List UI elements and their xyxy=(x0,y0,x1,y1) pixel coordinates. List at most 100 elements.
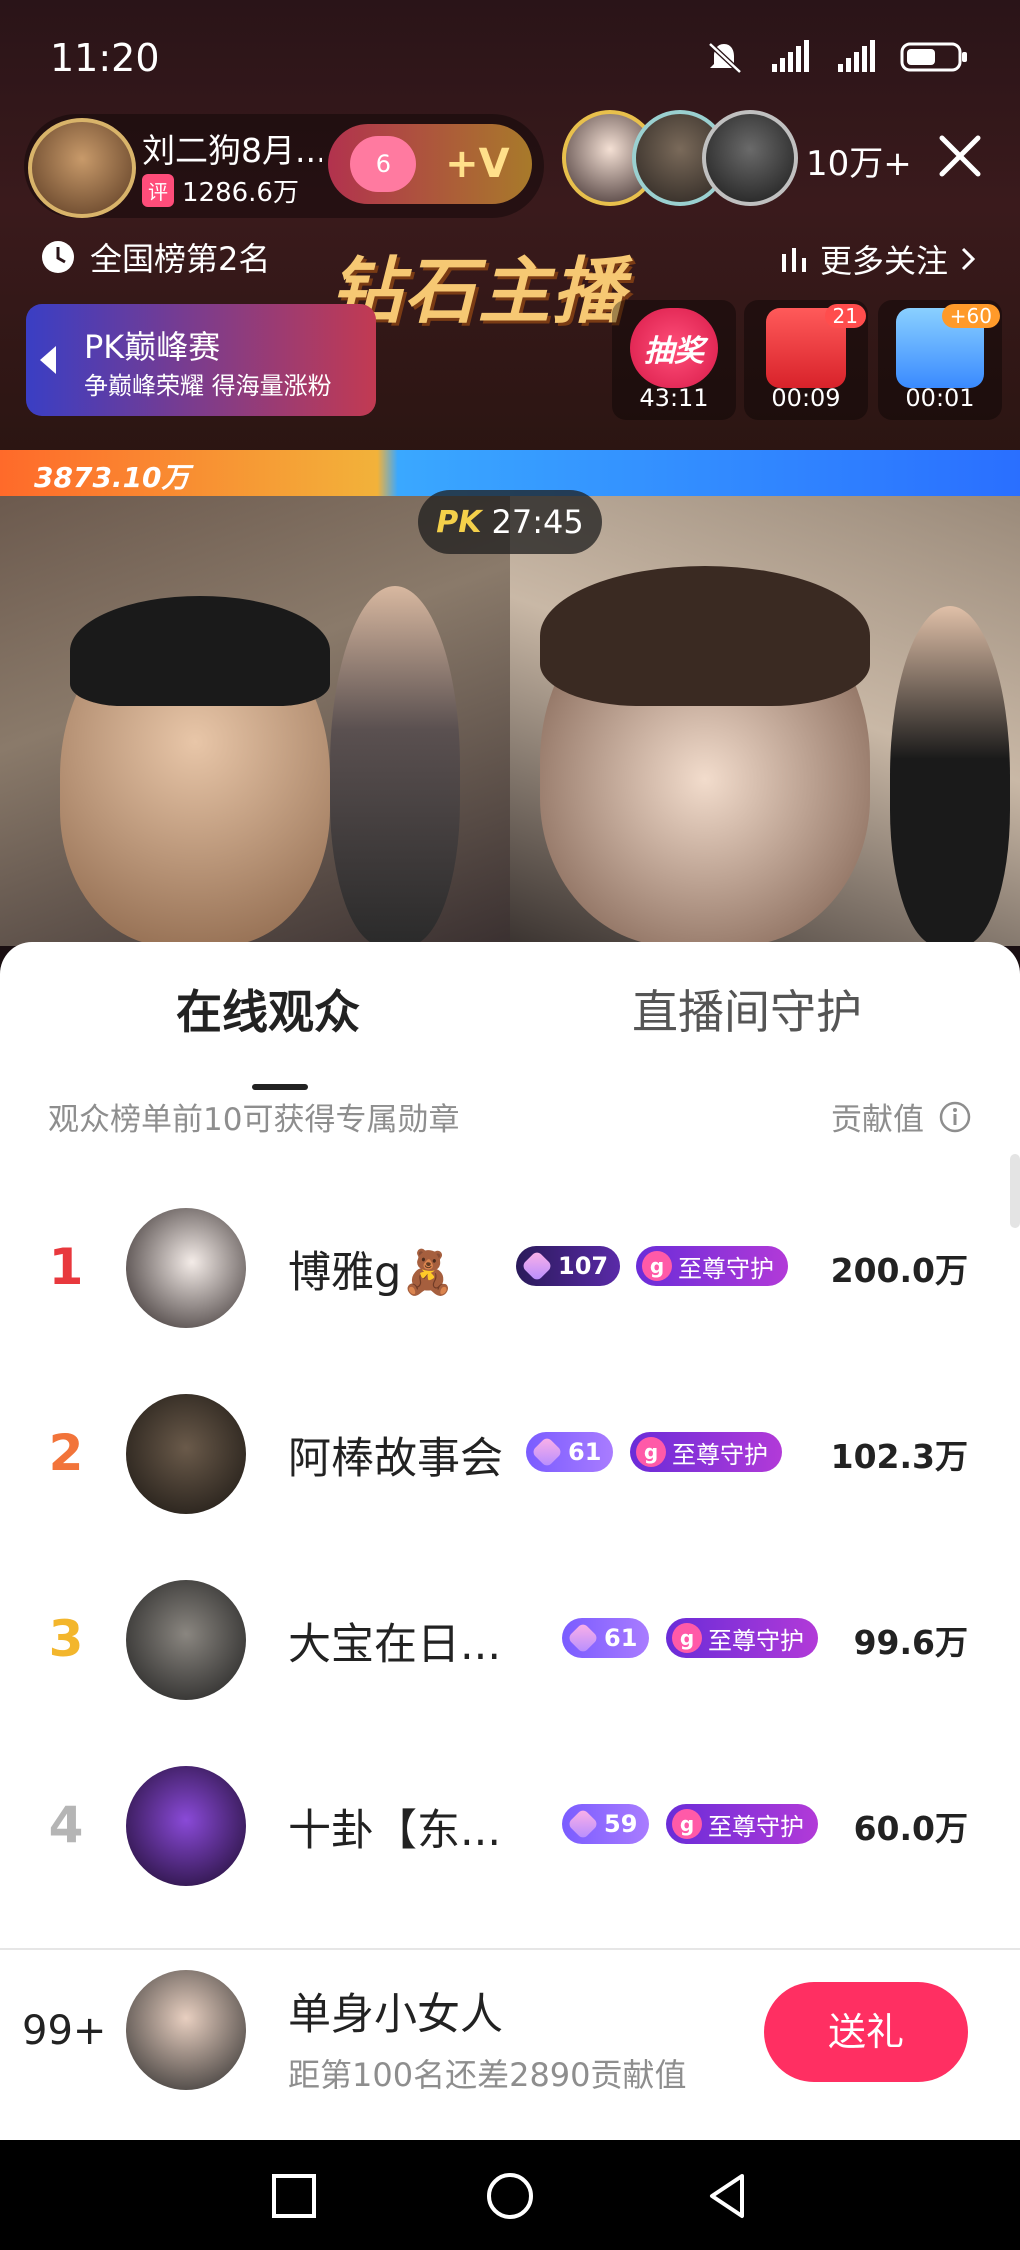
status-bar: 11:20 xyxy=(0,0,1020,115)
level-value: 59 xyxy=(604,1810,638,1838)
pk-card-subtitle: 争巅峰荣耀 得海量涨粉 xyxy=(84,372,332,400)
guard-label: 至尊守护 xyxy=(708,1812,804,1841)
username: 阿棒故事会 xyxy=(288,1434,503,1484)
pk-peak-card[interactable]: PK巅峰赛 争巅峰荣耀 得海量涨粉 xyxy=(26,304,376,416)
pk-timer: PK 27:45 xyxy=(418,490,602,554)
recent-apps-icon[interactable] xyxy=(268,2170,320,2222)
audience-row-3[interactable]: 3 大宝在日... 61 g 至尊守护 99.6万 xyxy=(0,1550,1020,1736)
level-badge: 107 xyxy=(516,1246,621,1286)
guard-label: 至尊守护 xyxy=(678,1254,774,1283)
level-badge: 59 xyxy=(562,1804,650,1844)
viewer-avatar[interactable] xyxy=(702,110,798,206)
status-icons xyxy=(702,40,970,74)
chevron-right-icon xyxy=(961,247,976,271)
lottery-time: 43:11 xyxy=(639,384,709,412)
status-time: 11:20 xyxy=(50,36,160,80)
audience-row-4[interactable]: 4 十卦【东... 59 g 至尊守护 60.0万 xyxy=(0,1736,1020,1922)
username: 大宝在日... xyxy=(288,1620,502,1670)
send-gift-button[interactable]: 送礼 xyxy=(764,1982,968,2082)
gem-icon xyxy=(567,1622,599,1654)
my-name: 单身小女人 xyxy=(288,1990,503,2040)
contribution-value: 60.0万 xyxy=(853,1809,968,1848)
audience-row-2[interactable]: 2 阿棒故事会 61 g 至尊守护 102.3万 xyxy=(0,1364,1020,1550)
level-value: 107 xyxy=(558,1252,609,1280)
guard-badge: g 至尊守护 xyxy=(636,1246,788,1286)
info-icon[interactable] xyxy=(938,1100,972,1134)
fan-club-button[interactable]: 6 +V xyxy=(328,124,532,204)
fan-club-vip: +V xyxy=(445,141,510,187)
home-icon[interactable] xyxy=(484,2170,536,2222)
popularity-badge: +60 xyxy=(941,304,1000,328)
username: 十卦【东... xyxy=(288,1806,502,1856)
fan-count: 1286.6万 xyxy=(182,178,299,208)
contribution-value: 102.3万 xyxy=(830,1437,968,1476)
national-rank[interactable]: 全国榜第2名 xyxy=(40,234,270,280)
ranking-hint: 观众榜单前10可获得专属勋章 xyxy=(48,1102,460,1138)
contrib-label: 贡献值 xyxy=(831,1102,924,1138)
contrib-header[interactable]: 贡献值 xyxy=(831,1094,972,1139)
guard-icon: g xyxy=(672,1809,702,1839)
lottery-task[interactable]: 抽奖 43:11 xyxy=(612,300,736,420)
contribution-value: 200.0万 xyxy=(830,1251,968,1290)
anchor-avatar[interactable] xyxy=(28,118,136,218)
level-badge: 61 xyxy=(526,1432,614,1472)
popularity-task[interactable]: +60 00:01 xyxy=(878,300,1002,420)
guard-icon: g xyxy=(672,1623,702,1653)
my-avatar[interactable] xyxy=(126,1970,246,2090)
tab-room-guard[interactable]: 直播间守护 xyxy=(632,976,862,1042)
guard-label: 至尊守护 xyxy=(672,1440,768,1469)
mute-bell-icon xyxy=(708,42,742,74)
contribution-value: 99.6万 xyxy=(853,1623,968,1662)
fan-tag: 评 xyxy=(142,174,174,207)
back-icon[interactable] xyxy=(702,2170,754,2222)
anchor-name[interactable]: 刘二狗8月... xyxy=(142,124,322,172)
my-rank-bar: 99+ 单身小女人 距第100名还差2890贡献值 送礼 xyxy=(0,1948,1020,2140)
lottery-label: 抽奖 xyxy=(644,334,704,369)
avatar[interactable] xyxy=(126,1766,246,1886)
my-rank: 99+ xyxy=(22,2008,107,2054)
signal-icon-1 xyxy=(772,40,809,72)
person-figure xyxy=(330,586,460,946)
pk-video-area[interactable] xyxy=(0,496,1020,946)
guard-badge: g 至尊守护 xyxy=(666,1618,818,1658)
hint-row: 观众榜单前10可获得专属勋章 贡献值 xyxy=(48,1094,972,1138)
tab-underline xyxy=(252,1084,308,1090)
fan-club-level: 6 xyxy=(375,150,392,178)
close-icon[interactable] xyxy=(932,128,988,184)
signal-icon-2 xyxy=(838,40,875,72)
red-packet-task[interactable]: 21 00:09 xyxy=(744,300,868,420)
red-packet-time: 00:09 xyxy=(771,384,841,412)
left-anchor-video[interactable] xyxy=(0,496,510,946)
more-follow-label: 更多关注 xyxy=(820,242,949,280)
level-badge: 61 xyxy=(562,1618,650,1658)
gem-icon xyxy=(567,1808,599,1840)
person-hair xyxy=(70,596,330,706)
red-packet-badge: 21 xyxy=(824,304,866,328)
viewer-count[interactable]: 10万+ xyxy=(806,136,912,185)
gem-icon xyxy=(531,1436,563,1468)
avatar[interactable] xyxy=(126,1208,246,1328)
pk-card-title: PK巅峰赛 xyxy=(84,328,221,366)
guard-label: 至尊守护 xyxy=(708,1626,804,1655)
right-anchor-video[interactable] xyxy=(510,496,1020,946)
system-nav-bar xyxy=(0,2140,1020,2250)
rank-number: 2 xyxy=(48,1424,84,1482)
pk-timer-label: PK xyxy=(436,504,482,540)
person-hair xyxy=(540,566,870,706)
live-room-header: 11:20 刘二狗8月... 评 1286.6万 6 +V 10万+ 全国榜第2… xyxy=(0,0,1020,455)
rank-number: 1 xyxy=(48,1238,84,1296)
anchor-fans: 评 1286.6万 xyxy=(142,172,299,209)
guard-badge: g 至尊守护 xyxy=(666,1804,818,1844)
avatar[interactable] xyxy=(126,1580,246,1700)
more-follow-button[interactable]: 更多关注 xyxy=(780,236,978,282)
tab-online-audience[interactable]: 在线观众 xyxy=(176,976,360,1042)
top-viewer-avatars[interactable] xyxy=(562,110,802,208)
rank-number: 4 xyxy=(48,1796,84,1854)
gap-to-rank-text: 距第100名还差2890贡献值 xyxy=(288,2056,687,2094)
gem-icon xyxy=(521,1250,553,1282)
pk-timer-value: 27:45 xyxy=(491,503,584,541)
caret-left-icon xyxy=(40,346,56,374)
avatar[interactable] xyxy=(126,1394,246,1514)
battery-icon xyxy=(900,42,967,72)
audience-row-1[interactable]: 1 博雅g🧸 107 g 至尊守护 200.0万 xyxy=(0,1178,1020,1364)
